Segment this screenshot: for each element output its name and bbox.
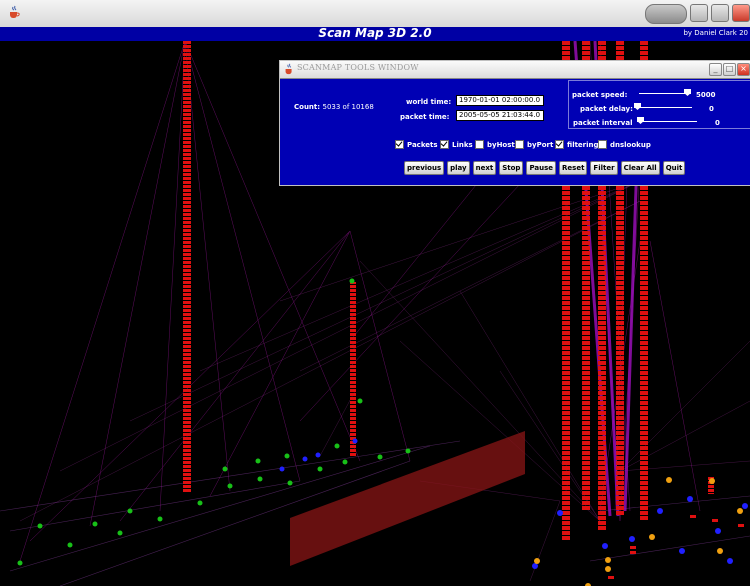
- previous-button[interactable]: previous: [404, 161, 445, 175]
- packet-speed-slider[interactable]: [639, 89, 691, 98]
- packet-speed-value: 5000: [696, 91, 716, 99]
- checkbox-box[interactable]: [555, 140, 564, 149]
- window-mode-button[interactable]: [645, 4, 687, 24]
- reset-button[interactable]: Reset: [559, 161, 588, 175]
- stop-button[interactable]: Stop: [499, 161, 524, 175]
- quit-button[interactable]: Quit: [662, 161, 686, 175]
- world-time-label: world time:: [406, 98, 452, 106]
- count-label: Count:: [294, 103, 321, 111]
- filtering-checkbox[interactable]: filtering: [555, 140, 599, 149]
- world-time-field[interactable]: 1970-01-01 02:00:00.0: [456, 95, 544, 106]
- packet-interval-label: packet interval: [573, 119, 633, 127]
- checkbox-box[interactable]: [475, 140, 484, 149]
- packet-delay-value: 0: [709, 105, 714, 113]
- clear-all-button[interactable]: Clear All: [620, 161, 660, 175]
- tools-titlebar[interactable]: SCANMAP TOOLS WINDOW _ □ ×: [280, 61, 750, 79]
- checkbox-label: byHost: [487, 140, 515, 149]
- packet-interval-value: 0: [715, 119, 720, 127]
- play-button[interactable]: play: [447, 161, 470, 175]
- minimize-button[interactable]: [690, 4, 708, 22]
- pause-button[interactable]: Pause: [526, 161, 557, 175]
- app-credit: by Daniel Clark 20: [683, 29, 748, 37]
- playback-controls: previous play next Stop Pause Reset Filt…: [404, 161, 686, 175]
- slider-thumb[interactable]: [634, 103, 641, 110]
- count-value: 5033 of 10168: [322, 103, 374, 111]
- packet-interval-slider[interactable]: [637, 117, 697, 126]
- packets-checkbox[interactable]: Packets: [395, 140, 438, 149]
- maximize-button[interactable]: [711, 4, 729, 22]
- tools-window: SCANMAP TOOLS WINDOW _ □ × Count: 5033 o…: [279, 60, 750, 186]
- app-titlebar: [0, 0, 750, 28]
- packet-time-field[interactable]: 2005-05-05 21:03:44.0: [456, 110, 544, 121]
- java-cup-icon: [285, 63, 292, 75]
- slider-thumb[interactable]: [684, 89, 691, 96]
- tools-minimize-button[interactable]: _: [709, 63, 722, 76]
- tools-maximize-button[interactable]: □: [723, 63, 736, 76]
- tools-window-title: SCANMAP TOOLS WINDOW: [297, 63, 419, 72]
- checkbox-box[interactable]: [598, 140, 607, 149]
- checkbox-label: dnslookup: [610, 140, 651, 149]
- checkbox-box[interactable]: [395, 140, 404, 149]
- byport-checkbox[interactable]: byPort: [515, 140, 553, 149]
- count-readout: Count: 5033 of 10168: [294, 103, 374, 111]
- packet-time-label: packet time:: [400, 113, 450, 121]
- packet-controls-panel: packet speed: 5000 packet delay: 0 packe…: [568, 80, 750, 129]
- title-banner: Scan Map 3D 2.0 by Daniel Clark 20: [0, 26, 750, 41]
- checkbox-label: Packets: [407, 140, 438, 149]
- checkbox-box[interactable]: [440, 140, 449, 149]
- slider-thumb[interactable]: [637, 117, 644, 124]
- checkbox-box[interactable]: [515, 140, 524, 149]
- app-title: Scan Map 3D 2.0: [318, 26, 432, 40]
- checkbox-label: byPort: [527, 140, 554, 149]
- dnslookup-checkbox[interactable]: dnslookup: [598, 140, 651, 149]
- packet-delay-slider[interactable]: [634, 103, 692, 112]
- links-checkbox[interactable]: Links: [440, 140, 473, 149]
- checkbox-label: Links: [452, 140, 473, 149]
- packet-speed-label: packet speed:: [572, 91, 628, 99]
- next-button[interactable]: next: [472, 161, 497, 175]
- close-button[interactable]: [732, 4, 750, 22]
- byhost-checkbox[interactable]: byHost: [475, 140, 515, 149]
- java-cup-icon: [10, 5, 20, 18]
- filter-button[interactable]: Filter: [590, 161, 618, 175]
- tools-close-button[interactable]: ×: [737, 63, 750, 76]
- packet-delay-label: packet delay:: [580, 105, 633, 113]
- checkbox-label: filtering: [567, 140, 599, 149]
